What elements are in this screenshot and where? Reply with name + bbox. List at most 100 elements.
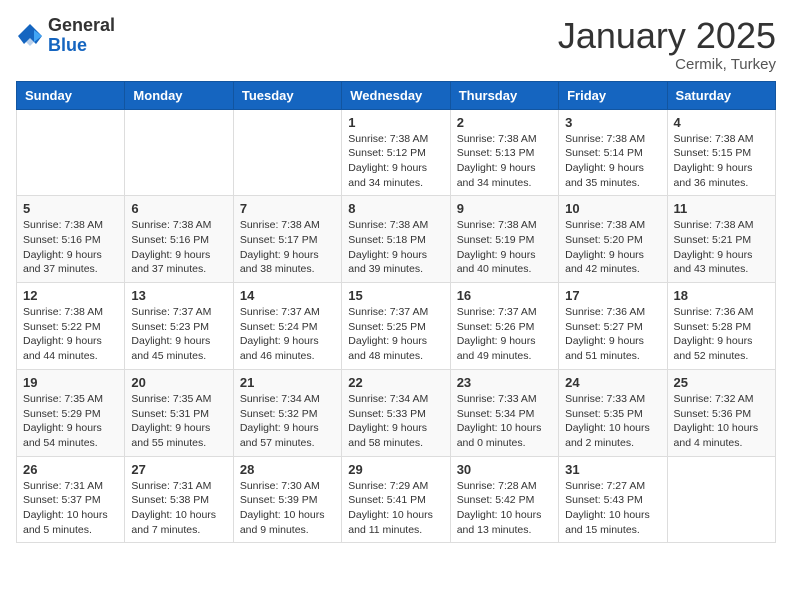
day-number: 25 [674,375,769,390]
weekday-header-monday: Monday [125,81,233,109]
calendar-cell [17,109,125,196]
day-number: 7 [240,201,335,216]
calendar-cell: 30 Sunrise: 7:28 AM Sunset: 5:42 PM Dayli… [450,456,558,543]
day-number: 1 [348,115,443,130]
calendar: SundayMondayTuesdayWednesdayThursdayFrid… [16,81,776,544]
week-row-3: 12 Sunrise: 7:38 AM Sunset: 5:22 PM Dayli… [17,283,776,370]
page-header: General Blue January 2025 Cermik, Turkey [16,16,776,73]
day-number: 13 [131,288,226,303]
day-number: 31 [565,462,660,477]
calendar-cell: 13Sunrise: 7:37 AM Sunset: 5:23 PM Dayli… [125,283,233,370]
calendar-cell: 27 Sunrise: 7:31 AM Sunset: 5:38 PM Dayli… [125,456,233,543]
day-number: 18 [674,288,769,303]
calendar-cell: 23Sunrise: 7:33 AM Sunset: 5:34 PM Dayli… [450,369,558,456]
week-row-1: 1Sunrise: 7:38 AM Sunset: 5:12 PM Daylig… [17,109,776,196]
day-info: Sunrise: 7:38 AM Sunset: 5:21 PM Dayligh… [674,218,769,277]
calendar-cell: 3 Sunrise: 7:38 AM Sunset: 5:14 PM Daylig… [559,109,667,196]
day-info: Sunrise: 7:33 AM Sunset: 5:35 PM Dayligh… [565,392,660,451]
day-info: Sunrise: 7:34 AM Sunset: 5:33 PM Dayligh… [348,392,443,451]
day-number: 5 [23,201,118,216]
location: Cermik, Turkey [558,56,776,73]
calendar-cell: 17 Sunrise: 7:36 AM Sunset: 5:27 PM Dayli… [559,283,667,370]
calendar-cell: 6Sunrise: 7:38 AM Sunset: 5:16 PM Daylig… [125,196,233,283]
day-number: 27 [131,462,226,477]
day-info: Sunrise: 7:38 AM Sunset: 5:22 PM Dayligh… [23,305,118,364]
calendar-cell: 25 Sunrise: 7:32 AM Sunset: 5:36 PM Dayli… [667,369,775,456]
day-info: Sunrise: 7:38 AM Sunset: 5:16 PM Dayligh… [131,218,226,277]
day-number: 11 [674,201,769,216]
weekday-header-row: SundayMondayTuesdayWednesdayThursdayFrid… [17,81,776,109]
week-row-2: 5 Sunrise: 7:38 AM Sunset: 5:16 PM Daylig… [17,196,776,283]
calendar-cell: 5Sunrise: 7:38 AM Sunset: 5:16 PM Daylig… [17,196,125,283]
calendar-cell: 31 Sunrise: 7:27 AM Sunset: 5:43 PM Dayli… [559,456,667,543]
day-info: Sunrise: 7:29 AM Sunset: 5:41 PM Dayligh… [348,479,443,538]
day-number: 4 [674,115,769,130]
calendar-cell: 2 Sunrise: 7:38 AM Sunset: 5:13 PM Daylig… [450,109,558,196]
day-number: 29 [348,462,443,477]
day-number: 10 [565,201,660,216]
calendar-cell: 18 Sunrise: 7:36 AM Sunset: 5:28 PM Dayli… [667,283,775,370]
weekday-header-wednesday: Wednesday [342,81,450,109]
day-info: Sunrise: 7:36 AM Sunset: 5:27 PM Dayligh… [565,305,660,364]
day-info: Sunrise: 7:32 AM Sunset: 5:36 PM Dayligh… [674,392,769,451]
day-info: Sunrise: 7:31 AM Sunset: 5:37 PM Dayligh… [23,479,118,538]
day-number: 12 [23,288,118,303]
day-info: Sunrise: 7:36 AM Sunset: 5:28 PM Dayligh… [674,305,769,364]
calendar-cell: 10Sunrise: 7:38 AM Sunset: 5:20 PM Dayli… [559,196,667,283]
day-number: 2 [457,115,552,130]
calendar-cell [667,456,775,543]
logo-general: General [48,16,115,36]
day-info: Sunrise: 7:38 AM Sunset: 5:13 PM Dayligh… [457,132,552,191]
calendar-cell: 22 Sunrise: 7:34 AM Sunset: 5:33 PM Dayli… [342,369,450,456]
calendar-cell: 14 Sunrise: 7:37 AM Sunset: 5:24 PM Dayli… [233,283,341,370]
day-info: Sunrise: 7:34 AM Sunset: 5:32 PM Dayligh… [240,392,335,451]
logo-text: General Blue [48,16,115,56]
day-number: 17 [565,288,660,303]
calendar-cell: 19 Sunrise: 7:35 AM Sunset: 5:29 PM Dayli… [17,369,125,456]
day-info: Sunrise: 7:27 AM Sunset: 5:43 PM Dayligh… [565,479,660,538]
day-number: 14 [240,288,335,303]
calendar-cell: 4 Sunrise: 7:38 AM Sunset: 5:15 PM Daylig… [667,109,775,196]
calendar-cell: 15 Sunrise: 7:37 AM Sunset: 5:25 PM Dayli… [342,283,450,370]
day-number: 8 [348,201,443,216]
day-info: Sunrise: 7:31 AM Sunset: 5:38 PM Dayligh… [131,479,226,538]
day-info: Sunrise: 7:38 AM Sunset: 5:18 PM Dayligh… [348,218,443,277]
day-info: Sunrise: 7:38 AM Sunset: 5:15 PM Dayligh… [674,132,769,191]
calendar-cell: 20Sunrise: 7:35 AM Sunset: 5:31 PM Dayli… [125,369,233,456]
day-info: Sunrise: 7:35 AM Sunset: 5:29 PM Dayligh… [23,392,118,451]
calendar-cell: 7Sunrise: 7:38 AM Sunset: 5:17 PM Daylig… [233,196,341,283]
calendar-cell: 8 Sunrise: 7:38 AM Sunset: 5:18 PM Daylig… [342,196,450,283]
day-number: 15 [348,288,443,303]
title-block: January 2025 Cermik, Turkey [558,16,776,73]
day-info: Sunrise: 7:38 AM Sunset: 5:19 PM Dayligh… [457,218,552,277]
day-info: Sunrise: 7:37 AM Sunset: 5:25 PM Dayligh… [348,305,443,364]
calendar-cell: 11 Sunrise: 7:38 AM Sunset: 5:21 PM Dayli… [667,196,775,283]
day-number: 24 [565,375,660,390]
day-info: Sunrise: 7:37 AM Sunset: 5:24 PM Dayligh… [240,305,335,364]
day-number: 21 [240,375,335,390]
day-number: 19 [23,375,118,390]
calendar-cell: 29 Sunrise: 7:29 AM Sunset: 5:41 PM Dayli… [342,456,450,543]
logo-blue: Blue [48,36,115,56]
logo-icon [16,22,44,50]
week-row-4: 19 Sunrise: 7:35 AM Sunset: 5:29 PM Dayli… [17,369,776,456]
day-number: 30 [457,462,552,477]
day-number: 26 [23,462,118,477]
day-info: Sunrise: 7:37 AM Sunset: 5:26 PM Dayligh… [457,305,552,364]
day-info: Sunrise: 7:38 AM Sunset: 5:14 PM Dayligh… [565,132,660,191]
weekday-header-thursday: Thursday [450,81,558,109]
day-info: Sunrise: 7:28 AM Sunset: 5:42 PM Dayligh… [457,479,552,538]
day-number: 16 [457,288,552,303]
day-number: 9 [457,201,552,216]
calendar-cell: 28Sunrise: 7:30 AM Sunset: 5:39 PM Dayli… [233,456,341,543]
logo: General Blue [16,16,115,56]
calendar-cell: 21 Sunrise: 7:34 AM Sunset: 5:32 PM Dayli… [233,369,341,456]
day-number: 3 [565,115,660,130]
calendar-cell: 12 Sunrise: 7:38 AM Sunset: 5:22 PM Dayli… [17,283,125,370]
day-number: 22 [348,375,443,390]
day-number: 20 [131,375,226,390]
weekday-header-saturday: Saturday [667,81,775,109]
calendar-cell [233,109,341,196]
calendar-cell: 16 Sunrise: 7:37 AM Sunset: 5:26 PM Dayli… [450,283,558,370]
weekday-header-tuesday: Tuesday [233,81,341,109]
